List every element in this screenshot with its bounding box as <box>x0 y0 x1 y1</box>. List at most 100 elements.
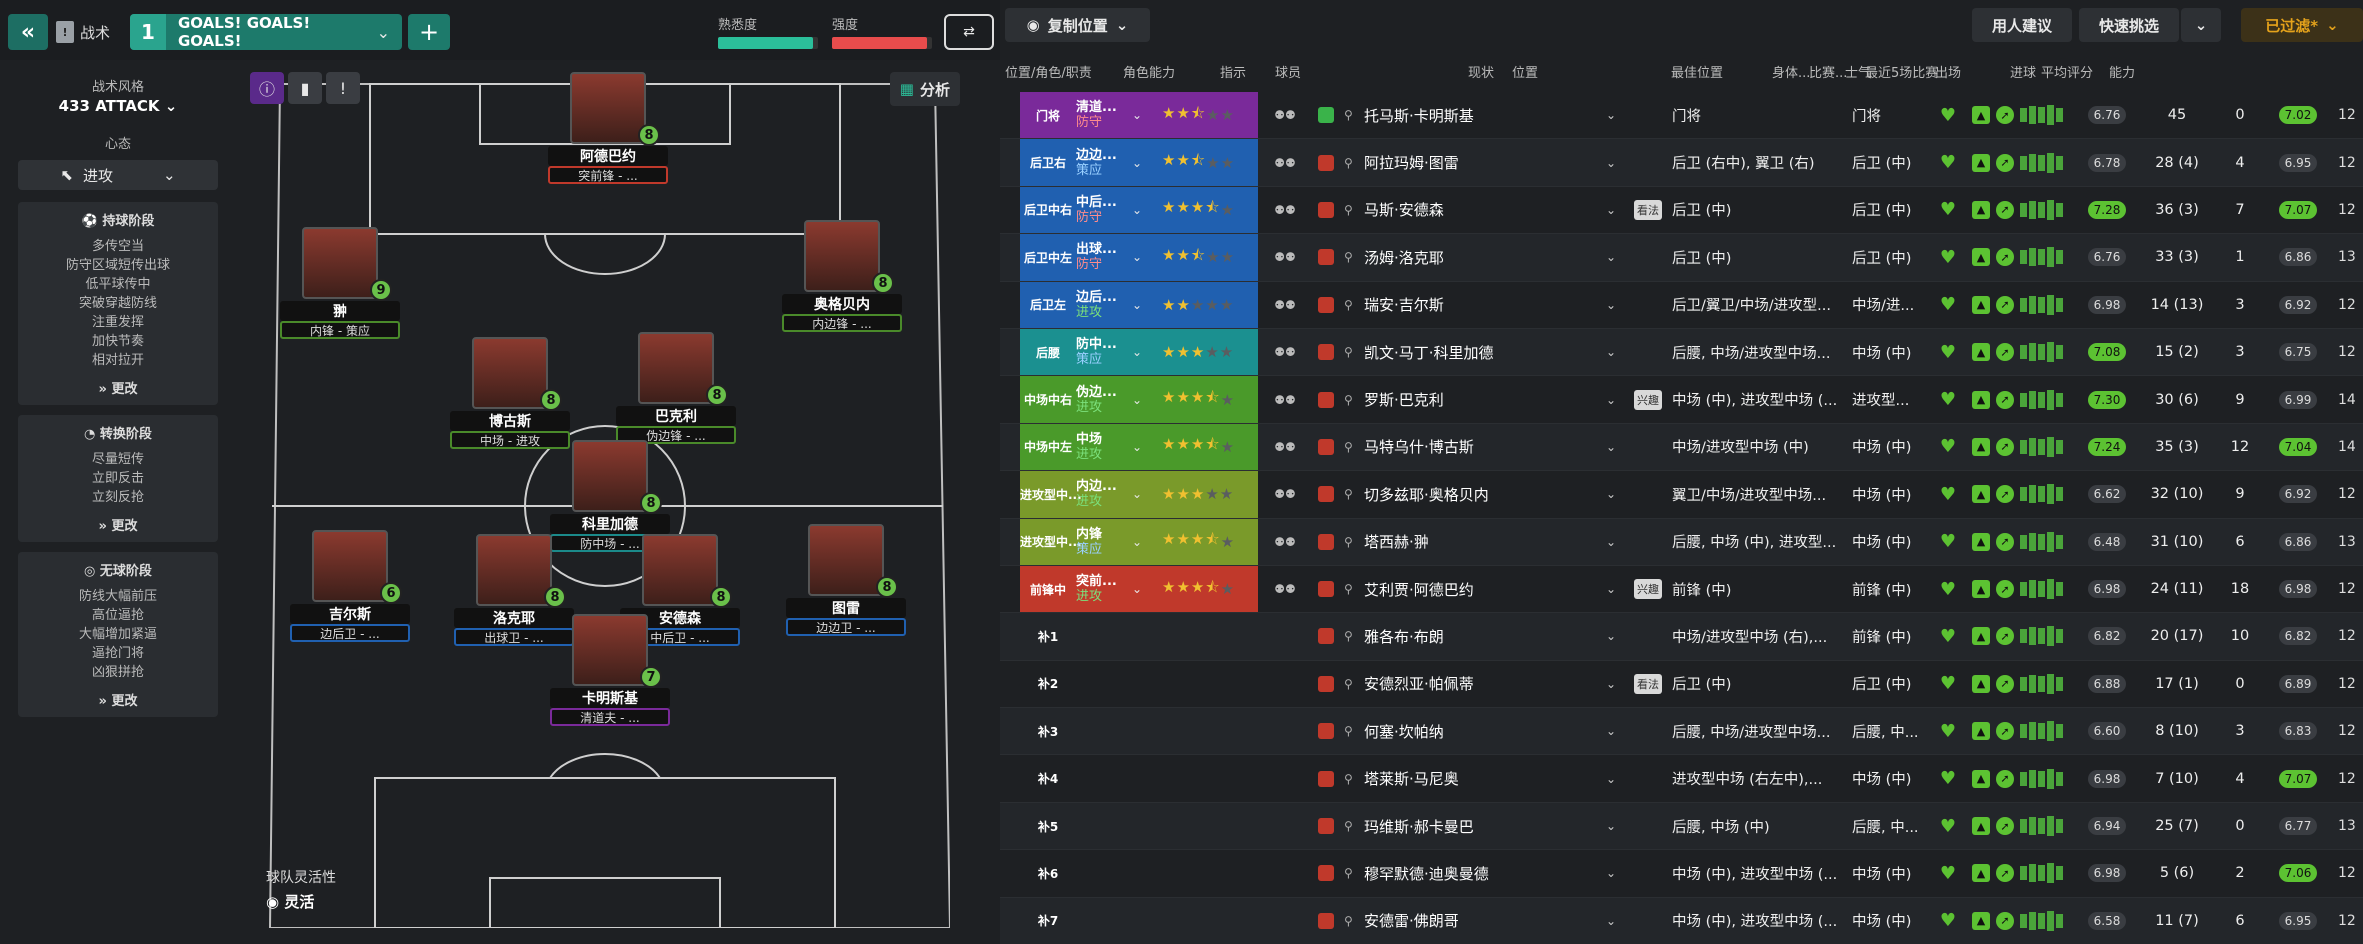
table-row[interactable]: 后腰 防中... 策应 ⌄ ★★★ ★ ★ ⚉⚉ ⚲ 凯文·马丁·科里加德 ⌄ 后腰, 中场/进攻型中… <box>1000 328 2363 377</box>
tactic-tab[interactable]: ! 战术 <box>56 14 110 50</box>
column-header[interactable]: 位置 <box>1512 62 1538 81</box>
player-name[interactable]: 何塞·坎帕纳 <box>1364 708 1624 754</box>
column-header[interactable]: 指示 <box>1220 62 1246 81</box>
player-name[interactable]: 托马斯·卡明斯基 <box>1364 92 1624 138</box>
position-cell[interactable]: 后卫左 边后... 进攻 ⌄ <box>1020 281 1156 328</box>
instructions-icon[interactable]: ⚉⚉ <box>1265 519 1305 565</box>
position-cell[interactable]: 进攻型中... 内锋 策应 ⌄ <box>1020 518 1156 565</box>
player-name[interactable]: 安德烈亚·帕佩蒂 <box>1364 661 1624 707</box>
stats-tool-button[interactable]: ▮ <box>288 72 322 104</box>
info-tool-button[interactable]: ⓘ <box>250 72 284 104</box>
position-cell[interactable]: 后卫中右 中后... 防守 ⌄ <box>1020 186 1156 234</box>
player-name[interactable]: 安德雷·佛朗哥 <box>1364 898 1624 944</box>
position-cell[interactable]: 补3 <box>1020 708 1156 754</box>
instructions-icon[interactable] <box>1265 755 1305 801</box>
position-cell[interactable]: 门将 清道... 防守 ⌄ <box>1020 92 1156 139</box>
chevron-down-icon[interactable]: ⌄ <box>1606 471 1626 517</box>
table-row[interactable]: 进攻型中... 内锋 策应 ⌄ ★★★⯪ ★ ⚉⚉ ⚲ 塔西赫·翀 ⌄ 后腰, 中场 (中), 进攻… <box>1000 518 2363 566</box>
player-name[interactable]: 瑞安·吉尔斯 <box>1364 282 1624 328</box>
instructions-icon[interactable]: ⚉⚉ <box>1265 234 1305 280</box>
collapse-button[interactable]: « <box>8 14 48 50</box>
chevron-down-icon[interactable]: ⌄ <box>1606 139 1626 185</box>
swap-button[interactable]: ⇄ <box>944 14 994 50</box>
player-role[interactable]: 边后卫 - ... <box>290 624 410 642</box>
chevron-down-icon[interactable]: ⌄ <box>1606 329 1626 375</box>
table-row[interactable]: 后卫中右 中后... 防守 ⌄ ★★★⯪ ★ ⚉⚉ ⚲ 马斯·安德森 ⌄ 看法 后卫 (中) 后卫 (中… <box>1000 186 2363 235</box>
tactic-style-block[interactable]: 战术风格 433 ATTACK ⌄ <box>18 68 218 123</box>
column-header[interactable]: 平均评分 <box>2041 62 2093 81</box>
chevron-down-icon[interactable]: ⌄ <box>1606 566 1626 612</box>
chevron-down-icon[interactable]: ⌄ <box>1606 898 1626 944</box>
intensity-meter[interactable]: 强度 <box>832 14 932 49</box>
player-name[interactable]: 汤姆·洛克耶 <box>1364 234 1624 280</box>
table-row[interactable]: 补5★★★★★⚲玛维斯·郝卡曼巴⌄后腰, 中场 (中)后腰, 中...♥▲➚6.… <box>1000 802 2363 851</box>
pitch-player[interactable]: 6 吉尔斯 边后卫 - ... <box>290 530 410 642</box>
add-tactic-button[interactable]: + <box>408 14 450 50</box>
player-role[interactable]: 突前锋 - ... <box>548 166 668 184</box>
table-row[interactable]: 补2★★★★★⚲安德烈亚·帕佩蒂⌄看法后卫 (中)后卫 (中)♥▲➚6.8817… <box>1000 661 2363 709</box>
position-cell[interactable]: 补1 <box>1020 613 1156 659</box>
position-cell[interactable]: 前锋中 突前... 进攻 ⌄ <box>1020 565 1156 613</box>
chevron-down-icon[interactable]: ⌄ <box>1606 661 1626 707</box>
change-button[interactable]: » 更改 <box>24 378 212 397</box>
player-role[interactable]: 内边锋 - ... <box>782 314 902 332</box>
player-name[interactable]: 凯文·马丁·科里加德 <box>1364 329 1624 375</box>
instructions-icon[interactable]: ⚉⚉ <box>1265 92 1305 138</box>
table-row[interactable]: 门将 清道... 防守 ⌄ ★★⯪ ★ ★ ⚉⚉ ⚲ 托马斯·卡明斯基 ⌄ 门将 门将 ♥ ▲ ➚ 6.76 45… <box>1000 92 2363 140</box>
position-cell[interactable]: 补5 <box>1020 803 1156 849</box>
instructions-icon[interactable]: ⚉⚉ <box>1265 282 1305 328</box>
chevron-down-icon[interactable]: ⌄ <box>1606 234 1626 280</box>
tactic-selector[interactable]: 1 GOALS! GOALS! GOALS! ⌄ <box>130 14 402 50</box>
table-row[interactable]: 中场中右 伪边... 进攻 ⌄ ★★★⯪ ★ ⚉⚉ ⚲ 罗斯·巴克利 ⌄ 兴趣 中场 (中), 进攻型… <box>1000 376 2363 424</box>
pitch-player[interactable]: 9 翀内锋 - 策应 <box>280 227 400 339</box>
position-cell[interactable]: 进攻型中... 内边... 进攻 ⌄ <box>1020 471 1156 518</box>
position-cell[interactable]: 后卫右 边边... 策应 ⌄ <box>1020 139 1156 186</box>
quick-pick-button[interactable]: 快速挑选 <box>2079 8 2179 42</box>
instructions-icon[interactable] <box>1265 898 1305 944</box>
player-name[interactable]: 艾利贾·阿德巴约 <box>1364 566 1624 612</box>
instructions-icon[interactable]: ⚉⚉ <box>1265 376 1305 422</box>
column-header[interactable]: 身体... <box>1772 62 1810 81</box>
player-name[interactable]: 切多兹耶·奥格贝内 <box>1364 471 1624 517</box>
position-cell[interactable]: 中场中右 伪边... 进攻 ⌄ <box>1020 376 1156 423</box>
chevron-down-icon[interactable]: ⌄ <box>1606 850 1626 896</box>
position-cell[interactable]: 补6 <box>1020 850 1156 896</box>
instructions-icon[interactable] <box>1265 850 1305 896</box>
instructions-icon[interactable]: ⚉⚉ <box>1265 329 1305 375</box>
table-row[interactable]: 后卫左 边后... 进攻 ⌄ ★★ ★ ★ ★ ⚉⚉ ⚲ 瑞安·吉尔斯 ⌄ 后卫/翼卫/中场/进攻型..… <box>1000 281 2363 329</box>
pitch-player[interactable]: 8 图雷 边边卫 - ... <box>786 524 906 636</box>
player-name[interactable]: 罗斯·巴克利 <box>1364 376 1624 422</box>
player-name[interactable]: 马特乌什·博古斯 <box>1364 424 1624 470</box>
instructions-icon[interactable] <box>1265 613 1305 659</box>
column-header[interactable]: 位置/角色/职责 <box>1005 62 1092 81</box>
chevron-down-icon[interactable]: ⌄ <box>1606 803 1626 849</box>
tactic-tool-button[interactable]: ! <box>326 72 360 104</box>
instructions-icon[interactable] <box>1265 708 1305 754</box>
chevron-down-icon[interactable]: ⌄ <box>1606 376 1626 422</box>
analysis-button[interactable]: ▦ 分析 <box>889 72 960 106</box>
table-row[interactable]: 中场中左 中场 进攻 ⌄ ★★★⯪ ★ ⚉⚉ ⚲ 马特乌什·博古斯 ⌄ 中场/进攻型中场 (中) 中场… <box>1000 423 2363 472</box>
chevron-down-icon[interactable]: ⌄ <box>1606 755 1626 801</box>
column-header[interactable]: 球员 <box>1275 62 1301 81</box>
player-name[interactable]: 阿拉玛姆·图雷 <box>1364 139 1624 185</box>
chevron-down-icon[interactable]: ⌄ <box>1606 708 1626 754</box>
pitch-player[interactable]: 8 博古斯 中场 - 进攻 <box>450 337 570 449</box>
table-row[interactable]: 补7★★★★★⚲安德雷·佛朗哥⌄中场 (中), 进攻型中场 (...中场 (中)… <box>1000 897 2363 944</box>
pitch-player[interactable]: 7 卡明斯基 清道夫 - ... <box>550 614 670 726</box>
chevron-down-icon[interactable]: ⌄ <box>1606 519 1626 565</box>
column-header[interactable]: 出场 <box>1935 62 1961 81</box>
chevron-down-icon[interactable]: ⌄ <box>1606 187 1626 233</box>
chevron-down-icon[interactable]: ⌄ <box>1606 613 1626 659</box>
pitch-player[interactable]: 8 阿德巴约 突前锋 - ... <box>548 72 668 184</box>
quick-pick-dropdown[interactable]: ⌄ <box>2181 8 2221 42</box>
table-row[interactable]: 补1★★★★★⚲雅各布·布朗⌄中场/进攻型中场 (右),...前锋 (中)♥▲➚… <box>1000 613 2363 661</box>
chevron-down-icon[interactable]: ⌄ <box>1606 92 1626 138</box>
chevron-down-icon[interactable]: ⌄ <box>1606 282 1626 328</box>
player-role[interactable]: 内锋 - 策应 <box>280 321 400 339</box>
table-row[interactable]: 进攻型中... 内边... 进攻 ⌄ ★★★ ★ ★ ⚉⚉ ⚲ 切多兹耶·奥格贝内 ⌄ 翼卫/中场/进… <box>1000 471 2363 519</box>
table-row[interactable]: 后卫右 边边... 策应 ⌄ ★★⯪ ★ ★ ⚉⚉ ⚲ 阿拉玛姆·图雷 ⌄ 后卫 (右中), 翼卫 (… <box>1000 139 2363 187</box>
chevron-down-icon[interactable]: ⌄ <box>1606 424 1626 470</box>
column-header[interactable]: 进球 <box>2010 62 2036 81</box>
table-row[interactable]: 补3★★★★★⚲何塞·坎帕纳⌄后腰, 中场/进攻型中场...后腰, 中...♥▲… <box>1000 708 2363 756</box>
player-name[interactable]: 玛维斯·郝卡曼巴 <box>1364 803 1624 849</box>
